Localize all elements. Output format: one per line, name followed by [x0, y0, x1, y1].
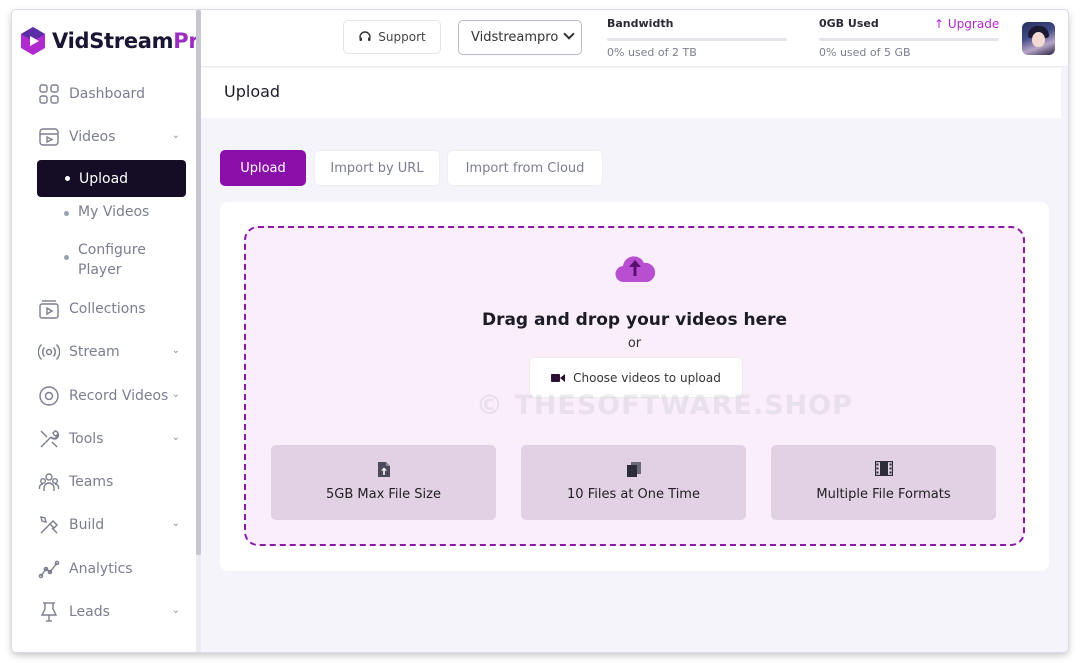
feature-file-formats: Multiple File Formats: [771, 445, 996, 520]
watermark: © THESOFTWARE.SHOP: [476, 390, 853, 421]
storage-usage-text: 0% used of 5 GB: [819, 46, 911, 59]
feature-max-file-size: 5GB Max File Size: [271, 445, 496, 520]
sidebar-item-teams[interactable]: Teams: [38, 471, 178, 493]
sidebar-subitem-configure-player[interactable]: Configure Player: [64, 240, 146, 280]
topbar: Support Vidstreampro Bandwidth 0% used o…: [201, 10, 1068, 67]
sidebar-item-label: Analytics: [69, 561, 133, 577]
tab-import-from-cloud[interactable]: Import from Cloud: [447, 150, 603, 186]
record-icon: [38, 385, 60, 407]
support-label: Support: [378, 30, 426, 44]
chevron-down-icon[interactable]: ⌄: [172, 432, 180, 443]
sidebar-item-tools[interactable]: Tools ⌄: [38, 428, 180, 450]
sidebar-item-videos[interactable]: Videos ⌄: [38, 126, 180, 148]
cloud-upload-icon: [615, 256, 656, 283]
tools-icon: [38, 428, 60, 450]
bandwidth-usage-text: 0% used of 2 TB: [607, 46, 697, 59]
sidebar-item-label: Build: [69, 517, 105, 533]
sidebar-subitem-label: Upload: [79, 170, 129, 187]
feature-label: Multiple File Formats: [816, 487, 951, 502]
files-icon: [626, 462, 641, 477]
sidebar-item-leads[interactable]: Leads ⌄: [38, 601, 180, 623]
dropzone-title: Drag and drop your videos here: [481, 310, 788, 330]
sidebar-subitem-label: My Videos: [78, 204, 150, 220]
sidebar-item-label: Leads: [69, 604, 110, 620]
choose-videos-label: Choose videos to upload: [573, 370, 721, 385]
bullet-icon: [64, 255, 69, 260]
headset-icon: [359, 31, 371, 41]
sidebar-item-label: Videos: [69, 129, 116, 145]
teams-icon: [38, 471, 60, 493]
sidebar-item-collections[interactable]: Collections: [38, 298, 178, 320]
broadcast-icon: [38, 341, 60, 363]
sidebar: VidStreamPro Dashboard Videos ⌄ Upload M…: [12, 10, 213, 652]
file-upload-icon: [377, 462, 390, 477]
upgrade-label: Upgrade: [947, 17, 1000, 31]
sidebar-subitem-upload[interactable]: Upload: [37, 160, 186, 197]
feature-label: 5GB Max File Size: [326, 487, 441, 502]
tab-import-by-url[interactable]: Import by URL: [314, 150, 440, 186]
sidebar-item-label: Teams: [69, 474, 114, 490]
logo-text: VidStream: [52, 29, 174, 53]
bullet-icon: [65, 176, 70, 181]
bandwidth-progress-bar: [607, 38, 787, 41]
app-logo[interactable]: VidStreamPro: [20, 26, 213, 56]
chevron-down-icon[interactable]: ⌄: [172, 130, 180, 141]
sidebar-item-label: Collections: [69, 301, 146, 317]
sidebar-item-label: Record Videos: [69, 388, 169, 404]
camera-icon: [551, 373, 566, 382]
sidebar-subitem-label: Configure: [78, 242, 146, 258]
sidebar-item-label: Stream: [69, 344, 120, 360]
film-icon: [874, 461, 893, 476]
bandwidth-label: Bandwidth: [607, 17, 674, 30]
video-icon: [38, 126, 60, 148]
bullet-icon: [64, 211, 69, 216]
tab-label: Upload: [240, 160, 286, 176]
collection-icon: [38, 298, 60, 320]
chevron-down-icon[interactable]: ⌄: [172, 389, 180, 400]
tab-label: Import by URL: [330, 160, 424, 176]
build-icon: [38, 514, 60, 536]
sidebar-subitem-label-line2: Player: [78, 262, 122, 278]
user-avatar[interactable]: [1022, 22, 1055, 55]
sidebar-item-label: Dashboard: [69, 86, 145, 102]
chevron-down-icon: [563, 28, 575, 40]
workspace-select[interactable]: Vidstreampro: [458, 20, 582, 55]
sidebar-item-analytics[interactable]: Analytics: [38, 558, 178, 580]
sidebar-item-build[interactable]: Build ⌄: [38, 514, 180, 536]
dropzone-or-text: or: [627, 336, 642, 351]
page-header: Upload: [201, 68, 1061, 118]
tab-label: Import from Cloud: [465, 160, 585, 176]
grid-icon: [38, 83, 60, 105]
leads-icon: [38, 601, 60, 623]
bandwidth-meter: Bandwidth 0% used of 2 TB: [607, 17, 787, 59]
feature-files-at-once: 10 Files at One Time: [521, 445, 746, 520]
upgrade-link[interactable]: ↑ Upgrade: [934, 17, 999, 31]
upload-dropzone[interactable]: Drag and drop your videos here or Choose…: [244, 226, 1025, 546]
logo-icon: [21, 27, 45, 55]
sidebar-item-label: Tools: [69, 431, 104, 447]
app-window: VidStreamPro Dashboard Videos ⌄ Upload M…: [12, 10, 1068, 652]
page-title: Upload: [224, 82, 281, 101]
analytics-icon: [38, 558, 60, 580]
arrow-up-icon: ↑: [934, 17, 945, 31]
tab-upload[interactable]: Upload: [220, 150, 306, 186]
chevron-down-icon[interactable]: ⌄: [172, 345, 180, 356]
feature-label: 10 Files at One Time: [567, 487, 700, 502]
sidebar-item-dashboard[interactable]: Dashboard: [38, 83, 178, 105]
sidebar-item-record-videos[interactable]: Record Videos ⌄: [38, 385, 180, 407]
sidebar-subitem-my-videos[interactable]: My Videos: [64, 204, 149, 220]
sidebar-item-stream[interactable]: Stream ⌄: [38, 341, 180, 363]
storage-progress-bar: [819, 38, 999, 41]
chevron-down-icon[interactable]: ⌄: [172, 605, 180, 616]
support-button[interactable]: Support: [343, 20, 441, 54]
workspace-select-value: Vidstreampro: [471, 30, 559, 45]
chevron-down-icon[interactable]: ⌄: [172, 518, 180, 529]
